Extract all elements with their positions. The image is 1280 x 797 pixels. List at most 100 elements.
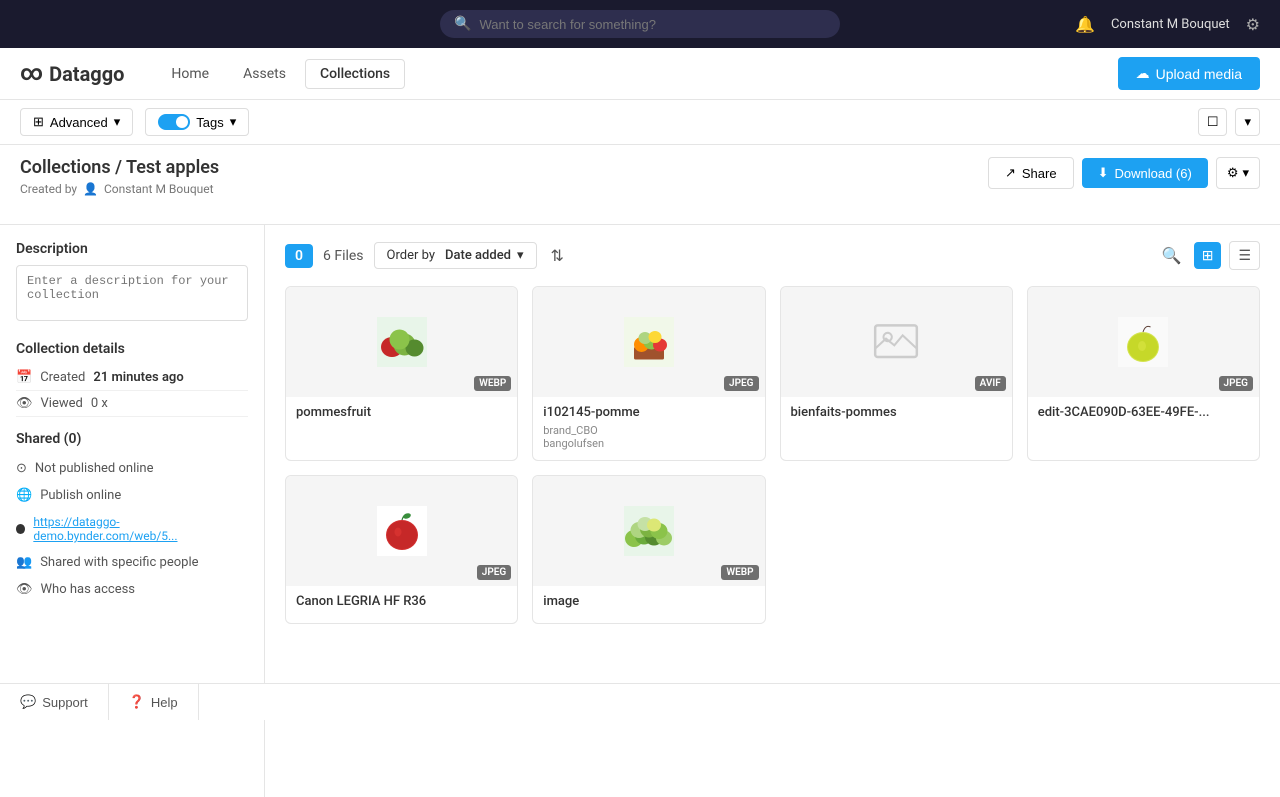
publish-online-label: Publish online bbox=[40, 488, 121, 503]
calendar-icon: 📅 bbox=[16, 370, 32, 385]
upload-media-button[interactable]: ☁ Upload media bbox=[1118, 57, 1260, 90]
list-icon: ☰ bbox=[1238, 247, 1251, 263]
share-link[interactable]: https://dataggo-demo.bynder.com/web/5... bbox=[33, 515, 248, 543]
search-input[interactable] bbox=[479, 17, 826, 32]
select-all-button[interactable]: ☐ bbox=[1198, 108, 1228, 136]
order-value: Date added bbox=[445, 248, 511, 263]
created-value: 21 minutes ago bbox=[93, 370, 183, 385]
media-thumb-4: JPEG bbox=[1028, 287, 1259, 397]
media-card-4[interactable]: JPEG edit-3CAE090D-63EE-49FE-... bbox=[1027, 286, 1260, 461]
people-icon: 👥 bbox=[16, 555, 32, 570]
filter-right: 🔍 ⊞ ☰ bbox=[1158, 241, 1260, 270]
dot-icon bbox=[16, 524, 25, 534]
created-label: Created bbox=[40, 370, 85, 385]
circle-icon: ⊙ bbox=[16, 461, 27, 476]
search-media-button[interactable]: 🔍 bbox=[1158, 242, 1186, 270]
nav-assets[interactable]: Assets bbox=[228, 59, 301, 89]
more-options-button[interactable]: ▾ bbox=[1235, 108, 1260, 136]
format-badge-6: WEBP bbox=[721, 565, 758, 580]
gear-icon[interactable]: ⚙ bbox=[1246, 15, 1260, 34]
viewed-label: Viewed bbox=[41, 396, 83, 411]
chevron-down-icon3: ▾ bbox=[517, 248, 524, 263]
eye-icon: 👁 bbox=[16, 396, 33, 411]
order-select[interactable]: Order by Date added ▾ bbox=[374, 242, 537, 269]
media-info-1: pommesfruit bbox=[286, 397, 517, 434]
search-area: 🔍 bbox=[440, 10, 840, 38]
tags-label: Tags bbox=[196, 115, 223, 130]
sort-icon: ⇅ bbox=[551, 248, 564, 265]
page-title: Collections / Test apples bbox=[20, 157, 219, 178]
logo: ∞ Dataggo bbox=[20, 61, 124, 86]
share-link-item[interactable]: https://dataggo-demo.bynder.com/web/5... bbox=[16, 509, 248, 549]
media-card-1[interactable]: WEBP pommesfruit bbox=[285, 286, 518, 461]
grid-icon: ⊞ bbox=[1202, 247, 1214, 263]
details-section-title: Collection details bbox=[16, 341, 248, 357]
order-label: Order by bbox=[387, 248, 435, 263]
author-name: Constant M Bouquet bbox=[104, 182, 214, 196]
sort-order-button[interactable]: ⇅ bbox=[547, 242, 568, 270]
format-badge-1: WEBP bbox=[474, 376, 511, 391]
shared-section-title: Shared (0) bbox=[16, 431, 248, 447]
collection-settings-button[interactable]: ⚙ ▾ bbox=[1216, 157, 1260, 189]
globe-icon: 🌐 bbox=[16, 488, 32, 503]
grid-view-button[interactable]: ⊞ bbox=[1194, 242, 1222, 269]
support-button[interactable]: 💬 Support bbox=[0, 684, 109, 720]
selected-badge: 0 bbox=[285, 244, 313, 268]
viewed-value: 0 x bbox=[91, 396, 108, 411]
chevron-down-icon2: ▾ bbox=[230, 114, 237, 130]
created-detail: 📅 Created 21 minutes ago bbox=[16, 365, 248, 391]
search-box[interactable]: 🔍 bbox=[440, 10, 840, 38]
media-info-6: image bbox=[533, 586, 764, 623]
shared-people-item[interactable]: 👥 Shared with specific people bbox=[16, 549, 248, 576]
format-badge-2: JPEG bbox=[724, 376, 758, 391]
support-icon: 💬 bbox=[20, 694, 36, 710]
created-by: Created by 👤 Constant M Bouquet bbox=[20, 182, 219, 196]
nav-home[interactable]: Home bbox=[156, 59, 224, 89]
media-name-5: Canon LEGRIA HF R36 bbox=[296, 594, 507, 609]
user-icon: 👤 bbox=[83, 182, 98, 196]
media-card-2[interactable]: JPEG i102145-pomme brand_CBO bangolufsen bbox=[532, 286, 765, 461]
share-label: Share bbox=[1022, 166, 1057, 181]
media-info-4: edit-3CAE090D-63EE-49FE-... bbox=[1028, 397, 1259, 434]
logo-icon: ∞ bbox=[20, 61, 43, 86]
media-card-3[interactable]: AVIF bienfaits-pommes bbox=[780, 286, 1013, 461]
top-bar: 🔍 🔔 Constant M Bouquet ⚙ bbox=[0, 0, 1280, 48]
format-badge-4: JPEG bbox=[1219, 376, 1253, 391]
list-view-button[interactable]: ☰ bbox=[1229, 241, 1260, 270]
media-tag-2a: brand_CBO bbox=[543, 424, 754, 437]
share-button[interactable]: ↗ Share bbox=[988, 157, 1074, 189]
tags-toggle[interactable] bbox=[158, 114, 190, 130]
advanced-label: Advanced bbox=[50, 115, 108, 130]
upload-icon: ☁ bbox=[1136, 65, 1150, 82]
logo-text: Dataggo bbox=[49, 62, 124, 86]
who-access-item[interactable]: 👁 Who has access bbox=[16, 576, 248, 603]
settings-icon: ⚙ bbox=[1227, 165, 1239, 181]
not-published-item: ⊙ Not published online bbox=[16, 455, 248, 482]
media-info-2: i102145-pomme brand_CBO bangolufsen bbox=[533, 397, 764, 460]
help-button[interactable]: ❓ Help bbox=[109, 684, 199, 720]
publish-online-item[interactable]: 🌐 Publish online bbox=[16, 482, 248, 509]
search-icon2: 🔍 bbox=[1162, 248, 1182, 265]
shared-section: Shared (0) ⊙ Not published online 🌐 Publ… bbox=[16, 431, 248, 603]
media-info-5: Canon LEGRIA HF R36 bbox=[286, 586, 517, 623]
help-icon: ❓ bbox=[129, 694, 145, 710]
nav-collections[interactable]: Collections bbox=[305, 59, 405, 89]
tags-button[interactable]: Tags ▾ bbox=[145, 108, 249, 136]
shared-people-label: Shared with specific people bbox=[40, 555, 198, 570]
advanced-button[interactable]: ⊞ Advanced ▾ bbox=[20, 108, 133, 136]
eye-icon2: 👁 bbox=[16, 582, 33, 597]
description-input[interactable] bbox=[16, 265, 248, 321]
bell-icon[interactable]: 🔔 bbox=[1075, 15, 1095, 34]
username-label: Constant M Bouquet bbox=[1111, 17, 1230, 32]
media-thumb-3: AVIF bbox=[781, 287, 1012, 397]
media-tag-2b: bangolufsen bbox=[543, 437, 754, 450]
page-title-area: Collections / Test apples Created by 👤 C… bbox=[20, 157, 219, 212]
download-button[interactable]: ⬇ Download (6) bbox=[1082, 158, 1208, 188]
main-nav: ∞ Dataggo Home Assets Collections ☁ Uplo… bbox=[0, 48, 1280, 100]
download-label: Download (6) bbox=[1114, 166, 1191, 181]
media-thumb-6: WEBP bbox=[533, 476, 764, 586]
media-card-6[interactable]: WEBP image bbox=[532, 475, 765, 624]
who-access-label: Who has access bbox=[41, 582, 136, 597]
settings-chevron: ▾ bbox=[1242, 165, 1249, 181]
media-card-5[interactable]: JPEG Canon LEGRIA HF R36 bbox=[285, 475, 518, 624]
